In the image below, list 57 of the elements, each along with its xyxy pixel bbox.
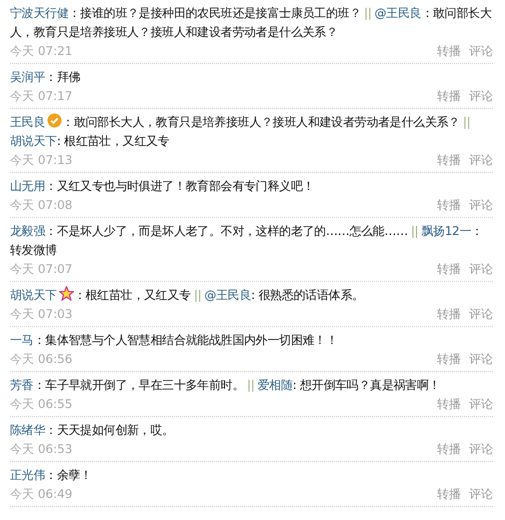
post-text: 宁波天行健：接谁的班？是接种田的农民班还是接富士康员工的班？ || @王民良：敢问部长大人，教育只是培养接班人？接班人和建设者劳动者是什么关系？ bbox=[10, 5, 493, 41]
post-text: 山无用：又红又专也与时俱进了！教育部会有专门释义吧！ bbox=[10, 178, 316, 195]
repost-link[interactable]: 转播 bbox=[437, 485, 461, 504]
author-link[interactable]: 宁波天行健 bbox=[10, 6, 69, 20]
author-link[interactable]: 爱相随 bbox=[258, 378, 293, 392]
comment-link[interactable]: 评论 bbox=[469, 87, 493, 106]
comment-link[interactable]: 评论 bbox=[469, 260, 493, 279]
post-time: 今天 06:55 bbox=[10, 396, 72, 413]
author-link[interactable]: 山无用 bbox=[10, 179, 46, 193]
post-time: 今天 06:53 bbox=[10, 441, 72, 458]
author-link[interactable]: 陈绪华 bbox=[10, 423, 46, 437]
author-link[interactable]: 飘扬12一 bbox=[421, 224, 472, 238]
author-link[interactable]: 吴润平 bbox=[10, 70, 46, 84]
post-text: 吴润平：拜佛 bbox=[10, 69, 82, 86]
post-time: 今天 07:21 bbox=[10, 43, 72, 60]
post-text: 龙毅强：不是坏人少了，而是坏人老了。不对，这样的老了的……怎么能…… || 飘扬12一：转发微博 bbox=[10, 223, 484, 259]
post-text: 王民良 ：敢问部长大人，教育只是培养接班人？接班人和建设者劳动者是什么关系？ || 胡说天下: 根红苗壮，又红又专 bbox=[10, 113, 472, 150]
repost-link[interactable]: 转播 bbox=[437, 87, 461, 106]
post-time: 今天 06:49 bbox=[10, 486, 72, 503]
author-link[interactable]: 一马 bbox=[10, 333, 34, 347]
verified-badge-icon bbox=[47, 113, 62, 128]
author-link[interactable]: @王民良 bbox=[374, 6, 422, 20]
repost-link[interactable]: 转播 bbox=[437, 151, 461, 170]
post-text: 陈绪华：天天提如何创新，哎。 bbox=[10, 422, 175, 439]
author-link[interactable]: 胡说天下 bbox=[10, 288, 57, 302]
author-link[interactable]: 胡说天下 bbox=[10, 134, 57, 148]
author-link[interactable]: 龙毅强 bbox=[10, 224, 46, 238]
repost-link[interactable]: 转播 bbox=[437, 42, 461, 61]
comment-link[interactable]: 评论 bbox=[469, 350, 493, 369]
repost-link[interactable]: 转播 bbox=[437, 260, 461, 279]
repost-link[interactable]: 转播 bbox=[437, 440, 461, 459]
comment-link[interactable]: 评论 bbox=[469, 42, 493, 61]
post-time: 今天 07:03 bbox=[10, 306, 72, 323]
post-time: 今天 06:56 bbox=[10, 351, 72, 368]
author-link[interactable]: @王民良 bbox=[204, 288, 252, 302]
repost-link[interactable]: 转播 bbox=[437, 305, 461, 324]
post-time: 今天 07:13 bbox=[10, 152, 72, 169]
author-link[interactable]: 王民良 bbox=[10, 115, 46, 129]
comment-link[interactable]: 评论 bbox=[469, 305, 493, 324]
comment-link[interactable]: 评论 bbox=[469, 440, 493, 459]
post-text: 正光伟：余孽！ bbox=[10, 467, 93, 484]
comment-link[interactable]: 评论 bbox=[469, 395, 493, 414]
post-text: 一马：集体智慧与个人智慧相结合就能战胜国内外一切困难！！ bbox=[10, 332, 339, 349]
comment-link[interactable]: 评论 bbox=[469, 151, 493, 170]
post-time: 今天 07:17 bbox=[10, 88, 72, 105]
comment-link[interactable]: 评论 bbox=[469, 196, 493, 215]
author-link[interactable]: 芳香 bbox=[10, 378, 34, 392]
repost-link[interactable]: 转播 bbox=[437, 196, 461, 215]
star-badge-icon bbox=[58, 286, 74, 301]
comment-link[interactable]: 评论 bbox=[469, 485, 493, 504]
post-text: 胡说天下 ：根红苗壮，又红又专 || @王民良: 很熟悉的话语体系。 bbox=[10, 286, 365, 304]
author-link[interactable]: 正光伟 bbox=[10, 468, 46, 482]
post-text: 芳香：车子早就开倒了，早在三十多年前时。 || 爱相随: 想开倒车吗？真是祸害啊！ bbox=[10, 377, 442, 394]
post-time: 今天 07:07 bbox=[10, 261, 72, 278]
repost-link[interactable]: 转播 bbox=[437, 350, 461, 369]
post-time: 今天 07:08 bbox=[10, 197, 72, 214]
repost-link[interactable]: 转播 bbox=[437, 395, 461, 414]
